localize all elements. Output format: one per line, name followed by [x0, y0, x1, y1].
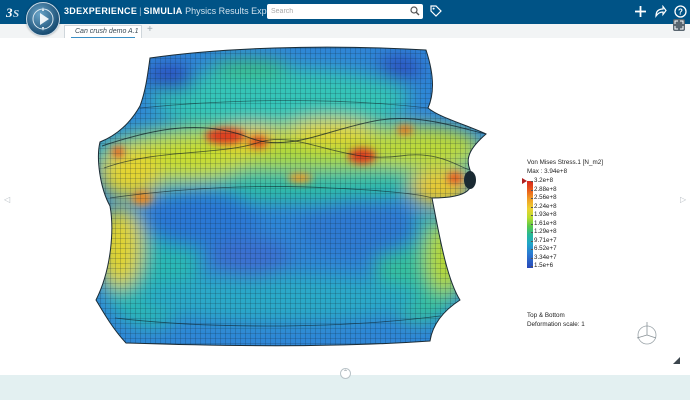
legend-title: Von Mises Stress.1 [N_m2] [527, 159, 603, 166]
top-bar: 3 S 3DEXPERIENCE | SIMULIA Physics Results… [0, 0, 690, 24]
help-icon[interactable]: ? [674, 5, 687, 18]
legend-tick: 2.24e+8 [531, 202, 557, 210]
legend-tick: 1.5e+6 [530, 262, 554, 269]
color-legend: Von Mises Stress.1 [N_m2] Max : 3.94e+8 … [522, 159, 642, 329]
legend-max: Max : 3.94e+8 [527, 168, 568, 175]
legend-tick: 1.29e+8 [531, 228, 557, 235]
svg-text:?: ? [678, 8, 683, 17]
svg-text:S: S [13, 8, 19, 20]
legend-tick: 2.88e+8 [531, 185, 557, 193]
share-icon[interactable] [654, 5, 667, 18]
brand-experience: EXPERIENCE [76, 6, 138, 16]
legend-tick: 2.56e+8 [531, 194, 557, 201]
tab-bar: Can crush demo A.1 + [0, 24, 690, 39]
legend-deformation-label: Deformation scale: 1 [527, 321, 585, 328]
3d-viewport[interactable]: ◁ ▷ Von Mises Stress.1 [N_m2] Max : 3.94… [0, 38, 690, 375]
fit-view-icon[interactable] [673, 19, 685, 31]
next-arrow-icon[interactable]: ▷ [680, 195, 686, 204]
app-title: 3DEXPERIENCE | SIMULIA Physics Results Exp… [64, 6, 285, 16]
axis-triad-icon[interactable] [633, 319, 661, 347]
brand-3d: 3D [64, 6, 77, 16]
legend-tick: 3.2e+8 [530, 177, 554, 184]
search-icon[interactable] [410, 6, 420, 16]
tab-can-crush-demo[interactable]: Can crush demo A.1 [64, 25, 142, 38]
add-icon[interactable] [634, 5, 647, 18]
legend-tick: 3.34e+7 [531, 253, 557, 261]
tab-label: Can crush demo A.1 [75, 28, 139, 35]
legend-tick: 6.52e+7 [531, 245, 557, 252]
compass-icon[interactable] [26, 2, 60, 36]
tag-icon[interactable] [430, 5, 442, 17]
3ds-logo-icon[interactable]: 3 S [5, 4, 22, 20]
brand-simulia: SIMULIA [143, 6, 183, 16]
search-box[interactable] [267, 4, 423, 19]
legend-tick: 1.93e+8 [531, 211, 557, 218]
collapse-arrow-icon[interactable]: ⌃ [340, 368, 351, 379]
resize-icon[interactable] [671, 355, 681, 365]
search-input[interactable] [271, 5, 401, 17]
legend-tick: 1.61e+8 [531, 219, 557, 227]
svg-text:3: 3 [6, 5, 13, 20]
prev-arrow-icon[interactable]: ◁ [4, 195, 10, 204]
legend-view-label: Top & Bottom [527, 312, 565, 319]
legend-tick: 9.71e+7 [531, 236, 557, 244]
add-tab-button[interactable]: + [147, 24, 153, 35]
legend-color-bar [527, 181, 533, 268]
